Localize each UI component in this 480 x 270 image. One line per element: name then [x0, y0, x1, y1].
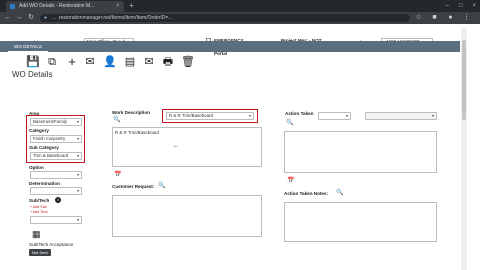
work-description-select[interactable]: R & R Trim/Baseboard ▾: [166, 112, 254, 120]
calendar-icon[interactable]: 📅: [114, 172, 121, 179]
favicon-icon: [10, 4, 15, 9]
section-bar: [0, 41, 460, 52]
option-label: Option: [29, 165, 44, 170]
action-taken-label: Action Taken: [285, 111, 314, 116]
action-taken-notes-label: Action Taken Notes:: [284, 191, 329, 196]
action-taken-textarea[interactable]: [284, 131, 437, 173]
action-taken-search-icon[interactable]: 🔍: [286, 120, 293, 127]
action-notes-search-icon[interactable]: 🔍: [336, 190, 343, 197]
action-calendar-icon[interactable]: 📅: [287, 178, 294, 185]
envelope-icon[interactable]: ✉: [143, 56, 155, 68]
scrollbar-thumb[interactable]: [462, 40, 466, 120]
back-icon[interactable]: ←: [3, 12, 13, 24]
customer-request-label: Customer Request:: [112, 184, 155, 189]
subcategory-select[interactable]: Trim & Baseboard ▾: [30, 152, 82, 160]
lock-icon: ●: [44, 15, 48, 21]
customer-request-textarea[interactable]: [112, 195, 262, 237]
action-taken-secondary-select[interactable]: ▾: [365, 112, 437, 120]
reload-icon[interactable]: ↻: [26, 12, 36, 24]
area-select[interactable]: Basement/Family ▾: [30, 118, 82, 126]
map-icon[interactable]: ▦: [32, 229, 41, 239]
not-sent-badge: Not Sent: [29, 249, 51, 256]
subcategory-label: Sub Category: [29, 145, 59, 150]
category-select[interactable]: Finish Carpentry ▾: [30, 135, 82, 143]
minimize-icon[interactable]: –: [446, 0, 449, 12]
address-bar[interactable]: ... .restorationmanager.net/Items/Item/I…: [40, 14, 410, 22]
info-icon[interactable]: i: [55, 197, 61, 203]
work-description-textarea[interactable]: R & R Trim/Baseboard: [112, 127, 262, 167]
work-description-search-icon[interactable]: 🔍: [113, 117, 120, 124]
customer-request-search-icon[interactable]: 🔍: [158, 183, 165, 190]
window-controls: – □ ×: [446, 0, 476, 12]
action-taken-select[interactable]: ▾: [318, 112, 351, 120]
bookmark-star-icon[interactable]: ☆: [414, 12, 423, 24]
determination-select[interactable]: ▾: [30, 187, 82, 195]
add-tech-link[interactable]: + Add Tech: [30, 210, 48, 214]
profile-icon[interactable]: ●: [446, 12, 455, 24]
subtech-acceptance-label: Sub/Tech Acceptance: [29, 242, 74, 247]
work-description-label: Work Description: [112, 110, 150, 115]
subtech-label: Sub/Tech: [29, 198, 50, 203]
subtech-select[interactable]: ▾: [30, 216, 82, 224]
save-icon[interactable]: 💾: [26, 56, 40, 68]
determination-label: Determination: [29, 181, 60, 186]
window-close-icon[interactable]: ×: [472, 0, 476, 12]
area-label: Area: [29, 111, 40, 116]
print-icon[interactable]: 🖶: [162, 56, 174, 68]
extension-icon[interactable]: ■: [430, 12, 439, 24]
email-icon[interactable]: ✉: [84, 56, 96, 68]
maximize-icon[interactable]: □: [459, 0, 463, 12]
browser-tab[interactable]: Add WO Details - Restoration M...: [6, 1, 124, 12]
tab-close-icon[interactable]: ×: [116, 1, 120, 12]
category-label: Category: [29, 128, 49, 133]
tab-wo-details[interactable]: WO DETAILS: [8, 42, 48, 52]
forward-icon[interactable]: →: [14, 12, 24, 24]
cursor-icon: ←: [173, 143, 179, 149]
add-sub-link[interactable]: + Add Sub: [30, 205, 47, 209]
option-select[interactable]: ▾: [30, 171, 82, 179]
browser-menu-icon[interactable]: ⋮: [462, 12, 471, 24]
page-title: WO Details: [12, 70, 53, 79]
action-taken-notes-textarea[interactable]: [284, 202, 437, 242]
assign-user-icon[interactable]: 👤: [103, 56, 117, 68]
copy-icon[interactable]: ⧉: [46, 56, 58, 68]
trash-icon[interactable]: 🗑: [181, 56, 195, 68]
add-icon[interactable]: +: [66, 55, 78, 68]
new-tab-button[interactable]: +: [129, 0, 134, 12]
id-card-icon[interactable]: ▤: [124, 56, 136, 68]
